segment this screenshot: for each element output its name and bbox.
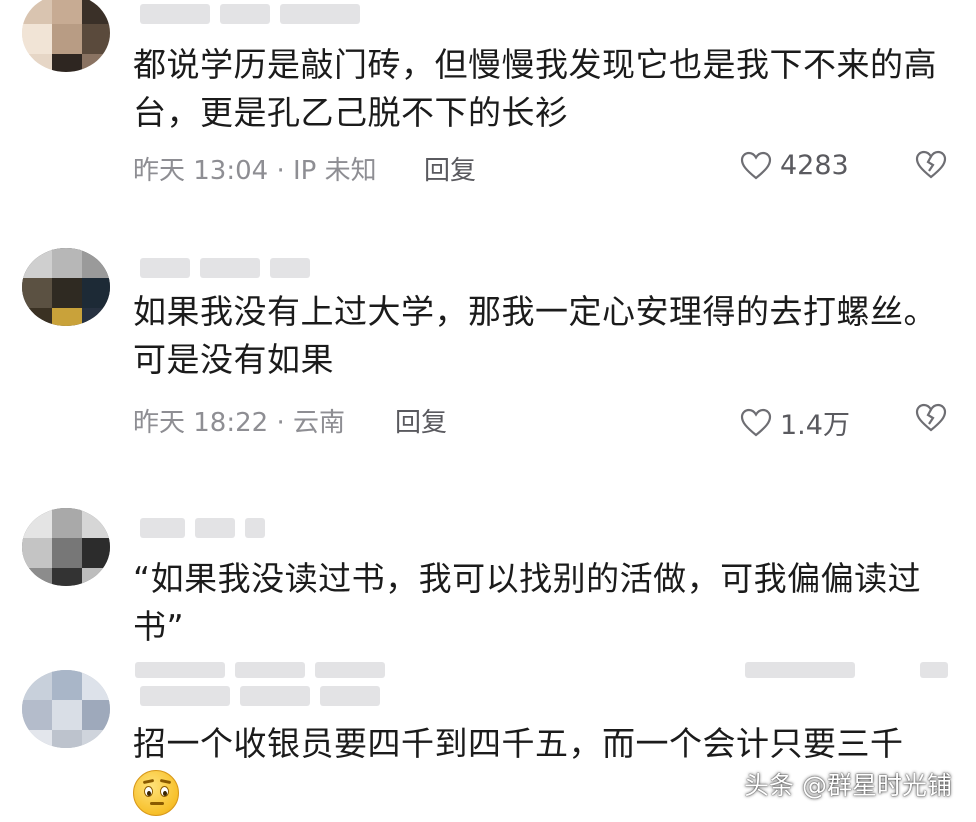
reply-button[interactable]: 回复 [424,150,476,187]
comment-text: 都说学历是敲门砖，但慢慢我发现它也是我下不来的高台，更是孔乙己脱不下的长衫 [133,45,937,132]
like-count-blurred [745,662,855,678]
like-button[interactable]: 1.4万 [740,403,850,442]
dislike-button[interactable] [915,403,947,437]
comment-meta: 昨天 18:22 · 云南 [133,408,345,438]
avatar[interactable] [22,248,110,326]
like-count: 1.4万 [780,410,850,441]
heart-outline-icon [740,408,772,436]
like-count: 4283 [780,150,849,181]
dislike-button-blurred [920,662,948,678]
confused-face-emoji [133,770,179,816]
broken-heart-icon [915,403,947,432]
username-blurred[interactable] [140,258,310,278]
avatar[interactable] [22,508,110,586]
comment-text: “如果我没读过书，我可以找别的活做，可我偏偏读过书” [133,559,922,646]
avatar[interactable] [22,670,110,748]
comment-meta: 昨天 13:04 · IP 未知 [133,156,377,186]
username-blurred[interactable] [140,4,360,24]
comment-meta-blurred [135,662,385,678]
like-button[interactable]: 4283 [740,150,849,181]
reply-button[interactable]: 回复 [395,402,447,439]
watermark: 头条 @群星时光铺 [744,771,952,800]
comment-text: 如果我没有上过大学，那我一定心安理得的去打螺丝。可是没有如果 [133,292,937,379]
username-blurred[interactable] [140,686,380,706]
heart-outline-icon [740,151,772,179]
avatar[interactable] [22,0,110,72]
comment-text: 招一个收银员要四千到四千五，而一个会计只要三千 [133,724,904,763]
broken-heart-icon [915,150,947,179]
username-blurred[interactable] [140,518,265,538]
dislike-button[interactable] [915,150,947,184]
